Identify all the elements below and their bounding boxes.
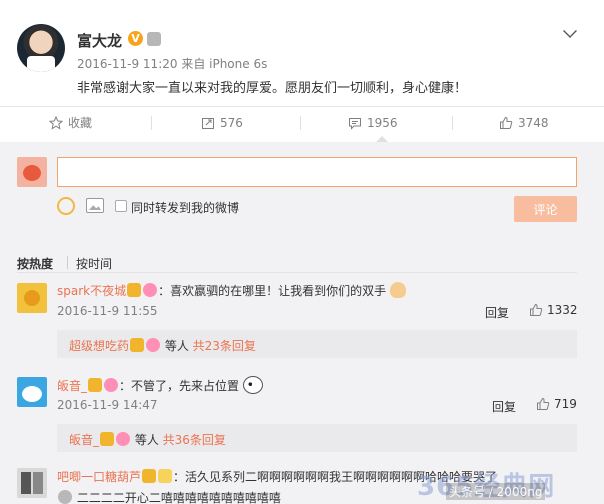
comment-button[interactable]: 1956 bbox=[348, 107, 398, 139]
commenter-avatar[interactable] bbox=[17, 283, 47, 313]
forward-label: 同时转发到我的微博 bbox=[131, 201, 240, 215]
comment-like-button[interactable]: 719 bbox=[536, 397, 577, 411]
reply-summary-mid: 等人 bbox=[161, 339, 193, 353]
reply-button[interactable]: 回复 bbox=[485, 304, 509, 321]
divider bbox=[67, 256, 68, 269]
comment-like-button[interactable]: 1332 bbox=[529, 303, 578, 317]
divider bbox=[151, 116, 152, 130]
comment-text-continued: 二二二二开心二嘻嘻嘻嘻嘻嘻嘻嘻嘻嘻 bbox=[76, 491, 281, 504]
reply-summary-text: 皈音_ 等人 共36条回复 bbox=[69, 431, 226, 448]
comment-count: 1956 bbox=[367, 116, 398, 130]
reply-user-name[interactable]: 超级想吃药 bbox=[69, 339, 129, 353]
heart-icon bbox=[143, 283, 158, 297]
panda-icon bbox=[242, 376, 263, 394]
divider bbox=[452, 116, 453, 130]
watermark-caption: 头条号 / 2000ng bbox=[446, 483, 546, 500]
like-button[interactable]: 3748 bbox=[499, 107, 549, 139]
heart-icon bbox=[104, 378, 119, 392]
comment-time: 2016-11-9 11:55 bbox=[57, 304, 158, 318]
crown-icon bbox=[142, 469, 157, 483]
reply-count-link[interactable]: 共36条回复 bbox=[163, 433, 226, 447]
post-meta: 2016-11-9 11:20 来自 iPhone 6s bbox=[77, 57, 268, 71]
author-name[interactable]: 富大龙 bbox=[77, 30, 122, 51]
reply-summary-mid: 等人 bbox=[131, 433, 163, 447]
thumbs-up-icon bbox=[500, 116, 513, 129]
comment-text: ：喜欢嬴驷的在哪里！让我看到你们的双手 bbox=[158, 284, 387, 298]
comment-icon bbox=[349, 118, 361, 130]
reply-summary-text: 超级想吃药 等人 共23条回复 bbox=[69, 337, 256, 354]
forward-checkbox[interactable] bbox=[115, 200, 127, 212]
author-avatar[interactable] bbox=[17, 24, 65, 72]
image-icon[interactable] bbox=[86, 198, 104, 213]
cat-emoji-icon bbox=[158, 469, 173, 483]
face-emoji-icon bbox=[58, 490, 72, 504]
comment-line: 皈音_ ：不管了，先来占位置 bbox=[57, 376, 263, 394]
commenter-name[interactable]: 皈音_ bbox=[57, 379, 87, 393]
sort-by-time-tab[interactable]: 按时间 bbox=[76, 255, 112, 272]
crown-icon bbox=[100, 432, 115, 446]
heart-icon bbox=[146, 338, 161, 352]
repost-button[interactable]: 576 bbox=[201, 107, 243, 139]
thumbs-up-icon bbox=[530, 303, 543, 316]
emoji-icon[interactable] bbox=[57, 197, 75, 215]
comment-input[interactable] bbox=[57, 157, 577, 187]
star-icon bbox=[49, 116, 63, 130]
post-action-bar: 收藏 576 1956 3748 bbox=[0, 106, 604, 138]
commenter-avatar[interactable] bbox=[17, 468, 47, 498]
comment-like-count: 719 bbox=[554, 397, 577, 411]
submit-comment-button[interactable]: 评论 bbox=[514, 196, 577, 222]
repost-count: 576 bbox=[220, 116, 243, 130]
member-badge-icon bbox=[147, 32, 161, 46]
crown-icon bbox=[130, 338, 145, 352]
divider bbox=[300, 116, 301, 130]
crown-icon bbox=[88, 378, 103, 392]
crown-icon bbox=[127, 283, 142, 297]
raised-hand-icon bbox=[389, 282, 406, 298]
comment-like-count: 1332 bbox=[547, 303, 578, 317]
thumbs-up-icon bbox=[537, 397, 550, 410]
divider bbox=[17, 272, 577, 273]
comment-line-2: 二二二二开心二嘻嘻嘻嘻嘻嘻嘻嘻嘻嘻 bbox=[57, 489, 281, 504]
reply-summary[interactable]: 超级想吃药 等人 共23条回复 bbox=[57, 330, 577, 358]
comment-time: 2016-11-9 14:47 bbox=[57, 398, 158, 412]
weibo-post: 富大龙 V 2016-11-9 11:20 来自 iPhone 6s 非常感谢大… bbox=[0, 0, 604, 106]
commenter-name[interactable]: spark不夜城 bbox=[57, 284, 126, 298]
favorite-label: 收藏 bbox=[68, 116, 93, 130]
sort-by-hot-tab[interactable]: 按热度 bbox=[17, 255, 53, 272]
comment-text: ：不管了，先来占位置 bbox=[119, 379, 240, 393]
post-text: 非常感谢大家一直以来对我的厚爱。愿朋友们一切顺利，身心健康！ bbox=[77, 81, 468, 96]
favorite-button[interactable]: 收藏 bbox=[49, 107, 92, 139]
reply-summary[interactable]: 皈音_ 等人 共36条回复 bbox=[57, 424, 577, 452]
reply-user-name[interactable]: 皈音_ bbox=[69, 433, 99, 447]
chevron-down-icon[interactable] bbox=[563, 24, 577, 38]
repost-icon bbox=[202, 118, 214, 129]
comment-line: spark不夜城 ：喜欢嬴驷的在哪里！让我看到你们的双手 bbox=[57, 282, 406, 299]
commenter-avatar[interactable] bbox=[17, 377, 47, 407]
my-avatar bbox=[17, 157, 47, 187]
like-count: 3748 bbox=[518, 116, 549, 130]
reply-button[interactable]: 回复 bbox=[492, 398, 516, 415]
reply-count-link[interactable]: 共23条回复 bbox=[193, 339, 256, 353]
vip-badge-icon: V bbox=[128, 31, 143, 46]
heart-icon bbox=[116, 432, 131, 446]
commenter-name[interactable]: 吧唧一口糖葫芦 bbox=[57, 470, 141, 484]
